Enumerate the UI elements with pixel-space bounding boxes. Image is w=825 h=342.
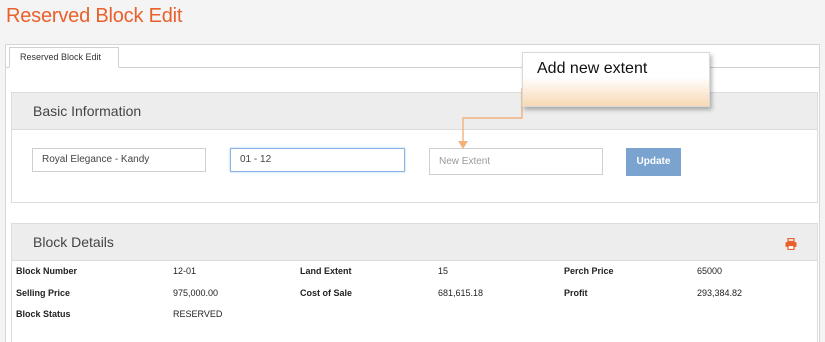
page-title: Reserved Block Edit bbox=[6, 5, 183, 27]
land-extent-value: 15 bbox=[438, 266, 449, 276]
new-extent-input[interactable]: New Extent bbox=[429, 148, 603, 175]
cost-of-sale-label: Cost of Sale bbox=[300, 288, 353, 298]
block-status-label: Block Status bbox=[16, 309, 71, 319]
print-icon[interactable] bbox=[785, 238, 797, 250]
update-button[interactable]: Update bbox=[626, 148, 681, 176]
add-extent-callout: Add new extent bbox=[522, 52, 710, 107]
land-extent-label: Land Extent bbox=[300, 266, 352, 276]
project-field[interactable]: Royal Elegance - Kandy bbox=[32, 148, 206, 172]
block-details-heading: Block Details bbox=[12, 224, 817, 261]
profit-label: Profit bbox=[564, 288, 588, 298]
perch-price-value: 65000 bbox=[697, 266, 723, 276]
tab-reserved-block-edit[interactable]: Reserved Block Edit bbox=[9, 47, 119, 68]
block-number-label: Block Number bbox=[16, 266, 78, 276]
block-number-value: 12-01 bbox=[173, 266, 197, 276]
profit-value: 293,384.82 bbox=[697, 288, 743, 298]
perch-price-label: Perch Price bbox=[564, 266, 614, 276]
selling-price-value: 975,000.00 bbox=[173, 288, 219, 298]
selling-price-label: Selling Price bbox=[16, 288, 71, 298]
block-number-field[interactable]: 01 - 12 bbox=[230, 148, 405, 172]
cost-of-sale-value: 681,615.18 bbox=[438, 288, 484, 298]
basic-information-panel: Basic Information Royal Elegance - Kandy… bbox=[11, 92, 818, 203]
block-status-value: RESERVED bbox=[173, 309, 223, 319]
block-details-panel: Block Details Block Number 12-01 Land Ex… bbox=[11, 223, 818, 342]
